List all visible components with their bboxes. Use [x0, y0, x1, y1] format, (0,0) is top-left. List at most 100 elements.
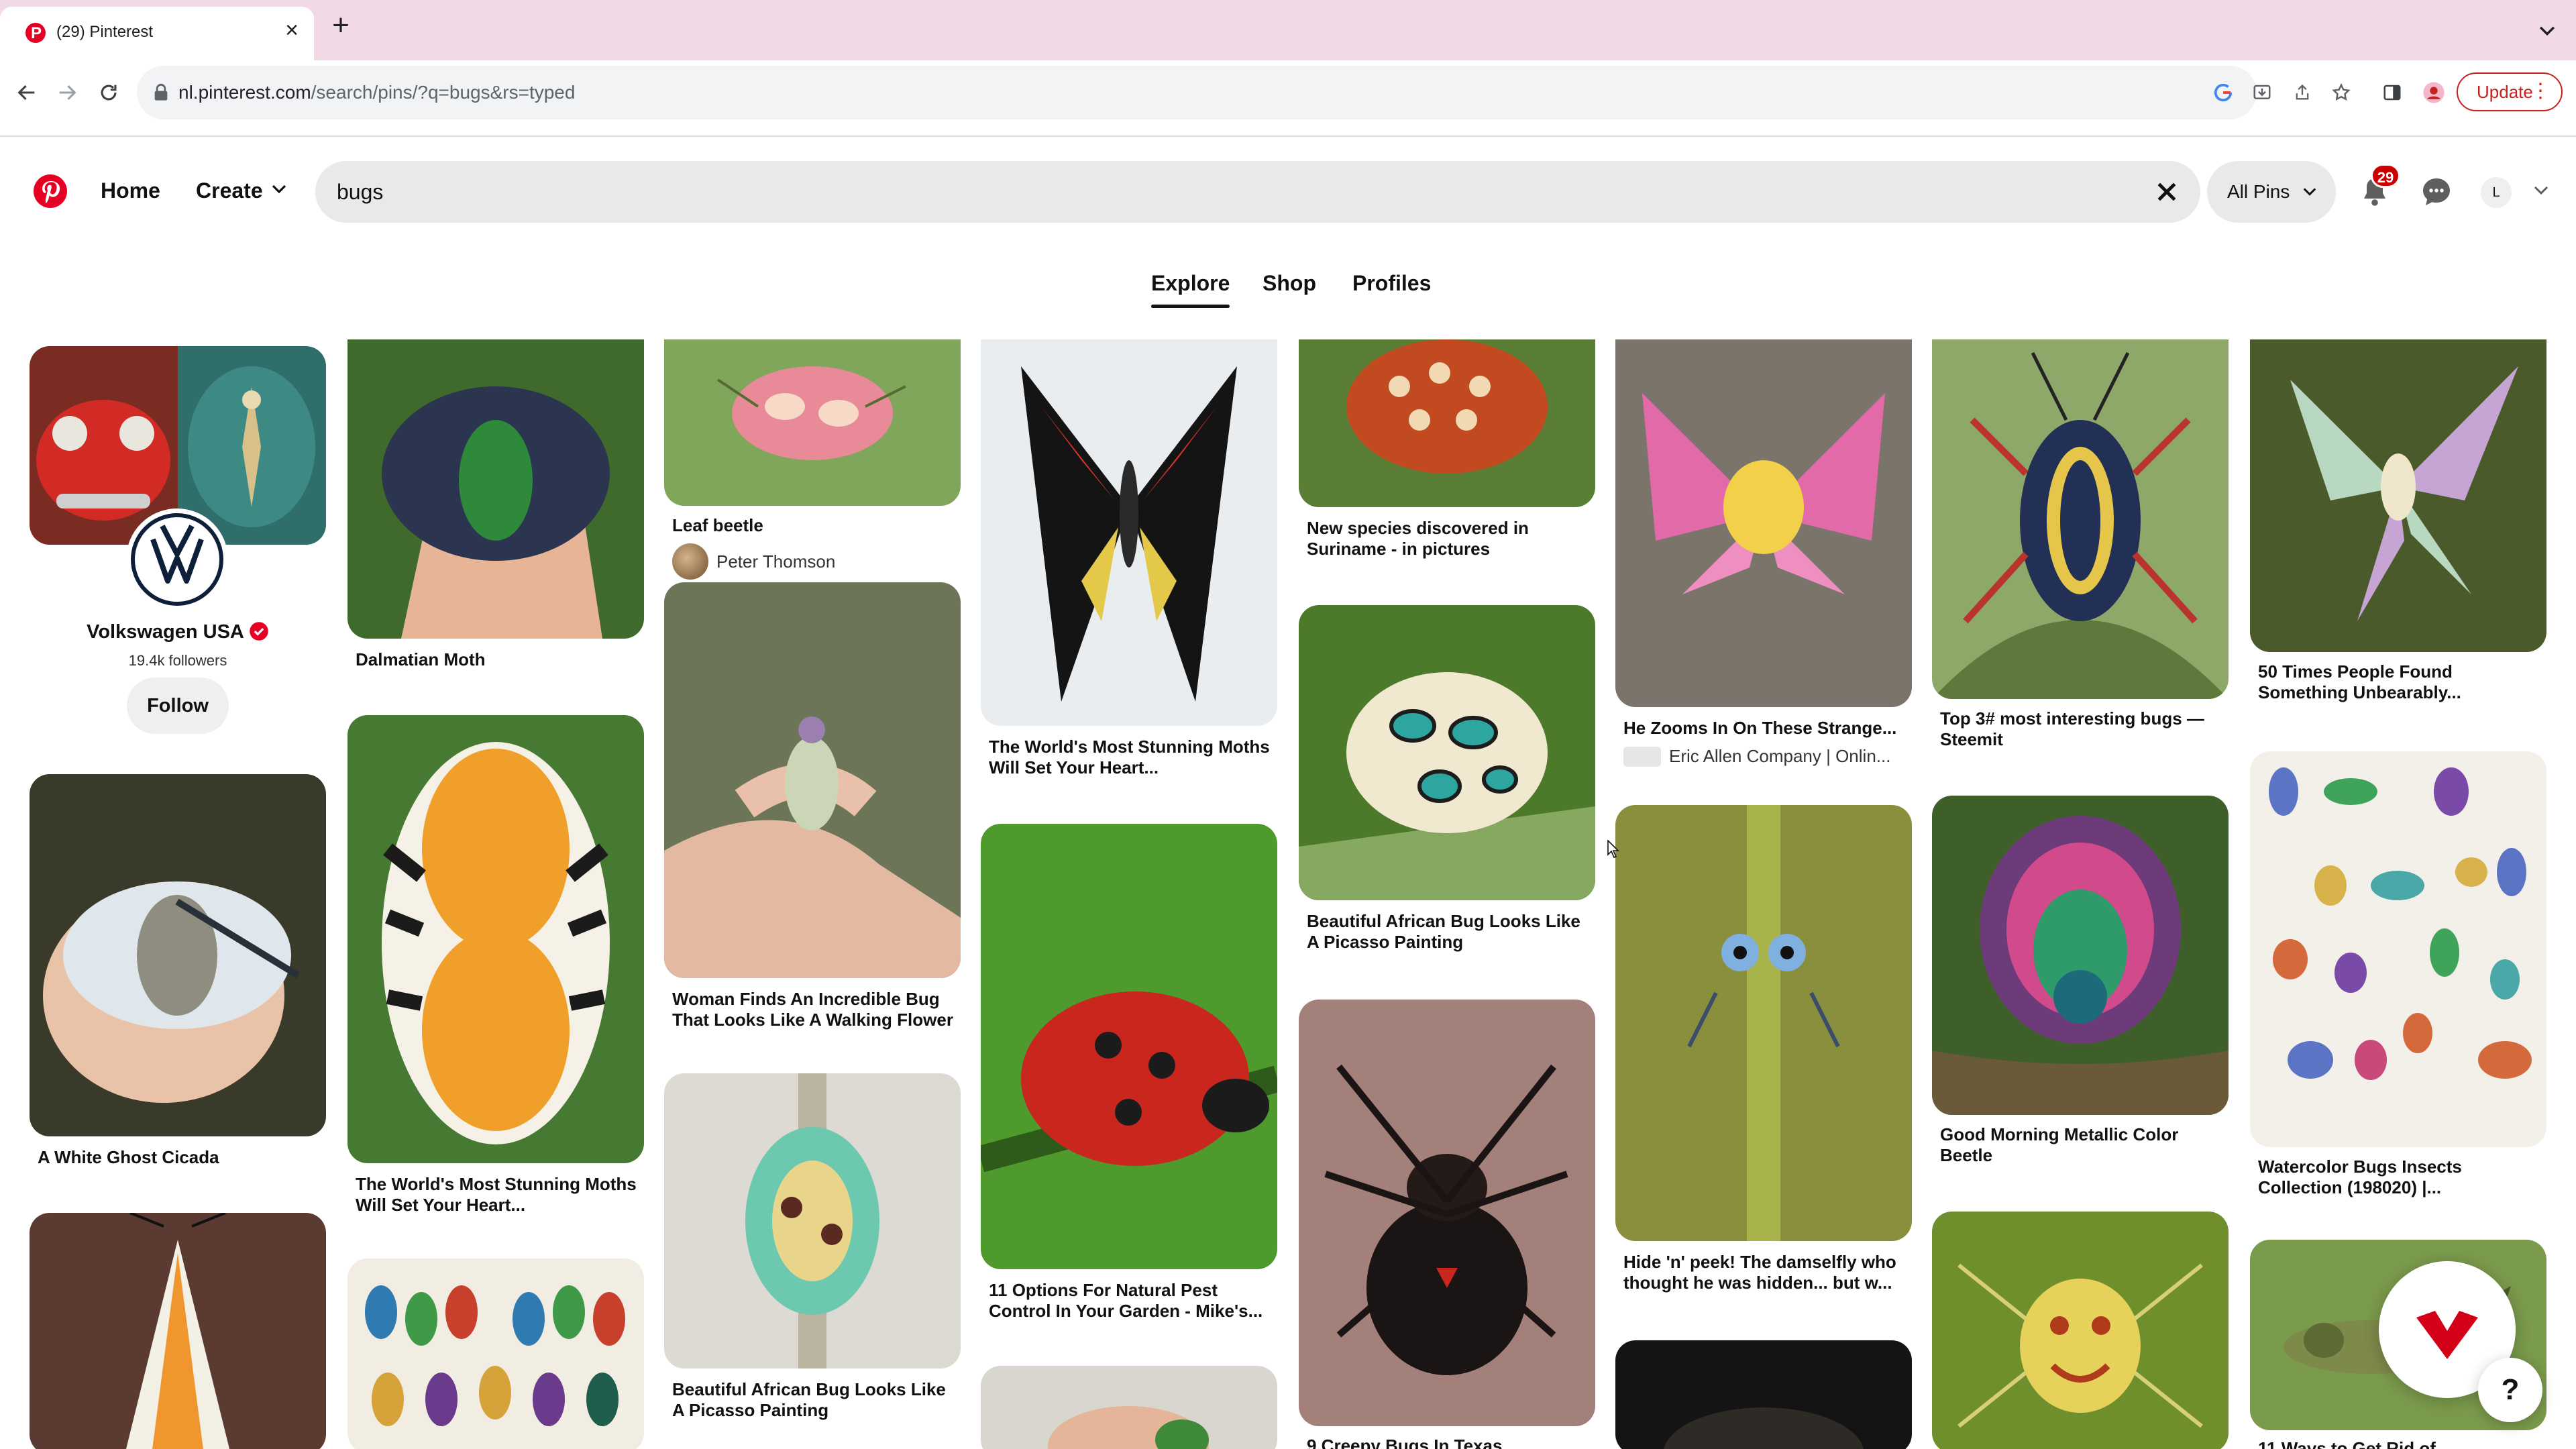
pin-image[interactable]: [347, 1258, 644, 1449]
pin-card[interactable]: The World's Most Stunning Moths Will Set…: [347, 715, 644, 1228]
pin-image[interactable]: [1615, 339, 1912, 707]
creator-logo[interactable]: [1623, 746, 1661, 767]
pin-card[interactable]: [981, 1366, 1277, 1449]
pin-card[interactable]: Dalmatian Moth: [347, 339, 644, 688]
pin-card[interactable]: Beautiful African Bug Looks Like A Picas…: [664, 1073, 961, 1429]
pin-card[interactable]: [347, 1258, 644, 1449]
profile-name[interactable]: Volkswagen USA: [30, 621, 326, 643]
pin-card[interactable]: The World's Most Stunning Moths Will Set…: [981, 339, 1277, 784]
tab-list-chevron-icon[interactable]: [2536, 19, 2559, 42]
pin-card[interactable]: 9 Creepy Bugs In Texas: [1299, 1000, 1595, 1449]
pin-image[interactable]: [1299, 1000, 1595, 1426]
pin-creator[interactable]: Peter Thomson: [672, 543, 835, 580]
pin-card[interactable]: A White Ghost Cicada: [30, 774, 326, 1174]
pin-card[interactable]: Top 3# most interesting bugs — Steemit: [1932, 339, 2229, 755]
pin-title[interactable]: 9 Creepy Bugs In Texas: [1307, 1436, 1589, 1449]
pin-card[interactable]: 11 Options For Natural Pest Control In Y…: [981, 824, 1277, 1334]
pin-title[interactable]: Beautiful African Bug Looks Like A Picas…: [1307, 911, 1589, 953]
pin-title[interactable]: Beautiful African Bug Looks Like A Picas…: [672, 1379, 954, 1421]
follow-button[interactable]: Follow: [127, 678, 229, 734]
pin-image[interactable]: [1932, 339, 2229, 699]
tab-close-icon[interactable]: ×: [280, 19, 303, 42]
pin-card[interactable]: Woman Finds An Incredible Bug That Looks…: [664, 582, 961, 1042]
pin-title[interactable]: New species discovered in Suriname - in …: [1307, 518, 1589, 559]
browser-tab[interactable]: (29) Pinterest ×: [0, 7, 314, 60]
pin-title[interactable]: 11 Options For Natural Pest Control In Y…: [989, 1280, 1271, 1322]
back-arrow-icon[interactable]: [9, 75, 44, 110]
account-menu-chevron-icon[interactable]: [2533, 185, 2549, 196]
pin-title[interactable]: Watercolor Bugs Insects Collection (1980…: [2258, 1157, 2540, 1198]
pin-image[interactable]: [981, 339, 1277, 726]
address-bar[interactable]: nl.pinterest.com/search/pins/?q=bugs&rs=…: [137, 66, 2351, 119]
pin-card[interactable]: 50 Times People Found Something Unbearab…: [2250, 339, 2546, 715]
url-text[interactable]: nl.pinterest.com/search/pins/?q=bugs&rs=…: [178, 82, 575, 103]
pin-image[interactable]: [1615, 805, 1912, 1241]
nav-create[interactable]: Create: [196, 178, 263, 203]
messages-icon[interactable]: [2420, 176, 2453, 208]
new-tab-icon[interactable]: +: [327, 11, 354, 40]
pin-image[interactable]: [1932, 796, 2229, 1115]
bookmark-star-icon[interactable]: [2328, 79, 2355, 106]
forward-arrow-icon[interactable]: [50, 75, 85, 110]
pin-image[interactable]: [664, 339, 961, 506]
pin-title[interactable]: The World's Most Stunning Moths Will Set…: [356, 1174, 637, 1216]
chevron-down-icon[interactable]: [271, 184, 287, 195]
pin-image[interactable]: [30, 1213, 326, 1449]
pin-title[interactable]: He Zooms In On These Strange...: [1623, 718, 1905, 739]
lock-icon[interactable]: [153, 83, 169, 102]
side-panel-icon[interactable]: [2375, 75, 2410, 110]
user-avatar[interactable]: L: [2481, 177, 2512, 208]
pin-creator[interactable]: Eric Allen Company | Onlin...: [1623, 746, 1890, 767]
pin-image[interactable]: [2250, 751, 2546, 1147]
pin-card[interactable]: Leaf beetle Peter Thomson: [664, 339, 961, 580]
help-button[interactable]: ?: [2478, 1358, 2542, 1422]
pin-title[interactable]: 11 Ways to Get Rid of: [2258, 1438, 2540, 1449]
tab-profiles[interactable]: Profiles: [1352, 271, 1431, 296]
pin-card[interactable]: New species discovered in Suriname - in …: [1299, 339, 1595, 574]
pin-image[interactable]: [664, 1073, 961, 1368]
pin-card[interactable]: Watercolor Bugs Insects Collection (1980…: [2250, 751, 2546, 1214]
clear-search-icon[interactable]: [2153, 178, 2180, 205]
pin-image[interactable]: [1299, 339, 1595, 507]
install-app-icon[interactable]: [2249, 79, 2275, 106]
profile-icon[interactable]: [2416, 75, 2451, 110]
pin-title[interactable]: Leaf beetle: [672, 515, 954, 536]
tab-shop[interactable]: Shop: [1263, 271, 1316, 296]
creator-avatar[interactable]: [672, 543, 708, 580]
pin-card[interactable]: [30, 1213, 326, 1449]
pin-card[interactable]: [1615, 1340, 1912, 1449]
profile-card[interactable]: Volkswagen USA 19.4k followers Follow: [30, 346, 326, 749]
share-icon[interactable]: [2289, 79, 2316, 106]
pin-title[interactable]: Woman Finds An Incredible Bug That Looks…: [672, 989, 954, 1030]
pin-card[interactable]: [1932, 1212, 2229, 1449]
pin-card[interactable]: He Zooms In On These Strange... Eric All…: [1615, 339, 1912, 782]
pin-image[interactable]: [1299, 605, 1595, 900]
pin-image[interactable]: [30, 774, 326, 1136]
pin-image[interactable]: [1615, 1340, 1912, 1449]
google-lens-icon[interactable]: [2210, 79, 2237, 106]
pin-image[interactable]: [347, 339, 644, 639]
pin-image[interactable]: [981, 1366, 1277, 1449]
pin-title[interactable]: A White Ghost Cicada: [38, 1147, 319, 1168]
pin-image[interactable]: [664, 582, 961, 978]
search-filter-dropdown[interactable]: All Pins: [2207, 161, 2336, 223]
pin-image[interactable]: [2250, 339, 2546, 652]
pinterest-logo-icon[interactable]: [34, 174, 67, 208]
pin-card[interactable]: Hide 'n' peek! The damselfly who thought…: [1615, 805, 1912, 1305]
pin-title[interactable]: Dalmatian Moth: [356, 649, 637, 670]
pin-title[interactable]: Top 3# most interesting bugs — Steemit: [1940, 708, 2222, 750]
pin-title[interactable]: The World's Most Stunning Moths Will Set…: [989, 737, 1271, 778]
search-input[interactable]: bugs: [315, 161, 2200, 223]
pin-image[interactable]: [347, 715, 644, 1163]
pin-card[interactable]: Beautiful African Bug Looks Like A Picas…: [1299, 605, 1595, 965]
reload-icon[interactable]: [91, 75, 126, 110]
search-query[interactable]: bugs: [337, 180, 383, 205]
pin-image[interactable]: [1932, 1212, 2229, 1449]
pin-title[interactable]: 50 Times People Found Something Unbearab…: [2258, 661, 2540, 703]
pin-image[interactable]: [981, 824, 1277, 1269]
tab-explore[interactable]: Explore: [1151, 271, 1230, 308]
update-button[interactable]: Update: [2457, 72, 2563, 111]
pin-title[interactable]: Good Morning Metallic Color Beetle: [1940, 1124, 2222, 1166]
pin-card[interactable]: Good Morning Metallic Color Beetle: [1932, 796, 2229, 1171]
nav-home[interactable]: Home: [101, 178, 160, 203]
